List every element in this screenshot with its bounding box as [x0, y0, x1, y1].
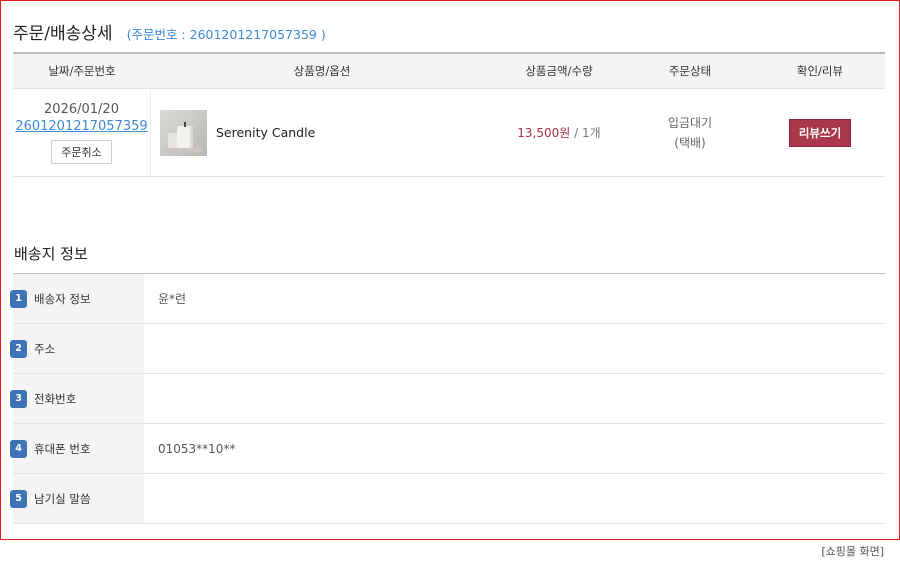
table-row: 2026/01/20 2601201217057359 주문취소 Serenit… [13, 89, 885, 177]
column-header-status: 주문상태 [668, 64, 712, 78]
shipping-row-mobile: 4 휴대폰 번호 01053**10** [10, 424, 885, 474]
price-qty-cell: 13,500원 / 1개 [493, 89, 625, 176]
product-cell: Serenity Candle [151, 89, 493, 176]
status-cell: 입금대기 (택배) [625, 89, 755, 176]
review-cell: 리뷰쓰기 [755, 89, 885, 176]
shipping-value: 01053**10** [158, 441, 236, 456]
shipping-info-table: 1 배송자 정보 윤*련 2 주소 3 전화번호 4 휴대폰 번호 01053*… [10, 273, 885, 524]
order-number-label: (주문번호 : 2601201217057359 ) [126, 27, 326, 42]
shipping-label: 배송자 정보 [34, 291, 91, 306]
shipping-row-phone: 3 전화번호 [10, 374, 885, 424]
shipping-row-message: 5 남기실 말씀 [10, 474, 885, 524]
shipping-row-address: 2 주소 [10, 324, 885, 374]
product-name[interactable]: Serenity Candle [216, 125, 315, 140]
column-header-product: 상품명/옵션 [293, 64, 351, 78]
column-header-review: 확인/리뷰 [796, 64, 844, 78]
candle-product-image[interactable] [160, 109, 207, 156]
order-table-header: 날짜/주문번호 상품명/옵션 상품금액/수량 주문상태 확인/리뷰 [13, 54, 885, 89]
shipping-value [144, 474, 885, 523]
order-table: 날짜/주문번호 상품명/옵션 상품금액/수량 주문상태 확인/리뷰 2026/0… [13, 52, 885, 177]
product-price: 13,500원 [517, 126, 571, 140]
number-badge: 2 [10, 339, 27, 358]
order-date: 2026/01/20 [44, 101, 119, 117]
screenshot-caption: [쇼핑몰 화면] [821, 545, 884, 558]
screenshot-frame: 주문/배송상세 (주문번호 : 2601201217057359 ) 날짜/주문… [0, 0, 900, 540]
order-status: 입금대기 [667, 115, 713, 130]
product-quantity: 1개 [582, 126, 601, 140]
shipping-section-title: 배송지 정보 [14, 245, 88, 263]
number-badge: 4 [10, 439, 27, 458]
shipping-value [144, 374, 885, 423]
shipping-label: 남기실 말씀 [34, 491, 91, 506]
page-title: 주문/배송상세 [13, 24, 113, 44]
column-header-date-order: 날짜/주문번호 [48, 64, 116, 78]
number-badge: 5 [10, 489, 27, 508]
delivery-method: (택배) [674, 135, 706, 150]
order-number-link[interactable]: 2601201217057359 [15, 118, 147, 135]
shipping-value [144, 324, 885, 373]
date-order-cell: 2026/01/20 2601201217057359 주문취소 [13, 89, 151, 176]
price-qty-separator: / [574, 126, 579, 140]
shipping-row-sender: 1 배송자 정보 윤*련 [10, 274, 885, 324]
page-header: 주문/배송상세 (주문번호 : 2601201217057359 ) [13, 19, 326, 44]
shipping-label: 전화번호 [34, 391, 77, 406]
write-review-button[interactable]: 리뷰쓰기 [788, 118, 852, 147]
shipping-value: 윤*련 [158, 292, 187, 306]
shipping-label: 주소 [34, 341, 56, 356]
number-badge: 1 [10, 289, 27, 308]
column-header-price-qty: 상품금액/수량 [525, 64, 593, 78]
number-badge: 3 [10, 389, 27, 408]
cancel-order-button[interactable]: 주문취소 [51, 139, 112, 164]
shipping-label: 휴대폰 번호 [34, 441, 91, 456]
